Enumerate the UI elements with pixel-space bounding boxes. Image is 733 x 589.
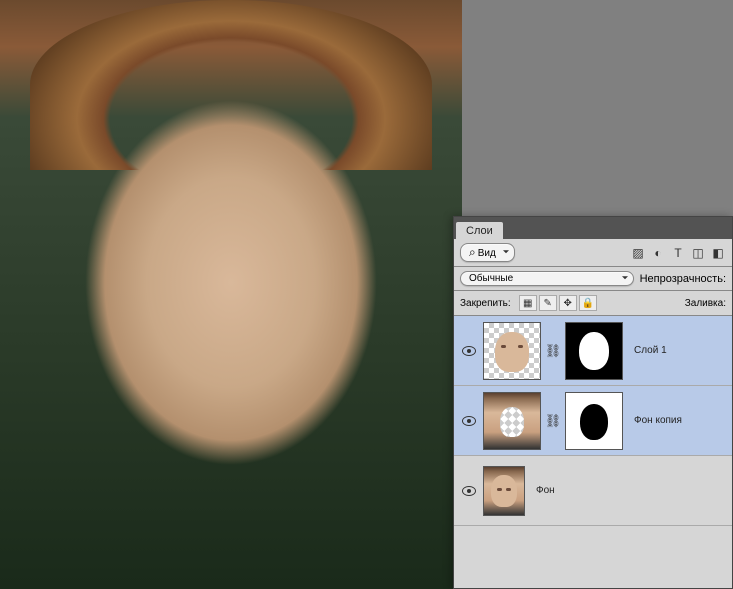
opacity-label: Непрозрачность: (640, 273, 726, 285)
layer-thumbnail[interactable] (483, 392, 541, 450)
mask-thumbnail[interactable] (565, 392, 623, 450)
mask-link-icon[interactable]: ⛓ (544, 413, 562, 429)
adjust-filter-icon[interactable]: ◐ (650, 245, 666, 261)
image-filter-icon[interactable]: ▨ (630, 245, 646, 261)
filter-label: Вид (478, 248, 496, 259)
lock-position-icon[interactable]: ✥ (559, 295, 577, 311)
lock-pixels-icon[interactable]: ✎ (539, 295, 557, 311)
layer-name-label[interactable]: Фон (536, 485, 555, 496)
smart-filter-icon[interactable]: ◧ (710, 245, 726, 261)
mask-thumbnail[interactable] (565, 322, 623, 380)
layer-row[interactable]: ⛓ Фон копия (454, 386, 732, 456)
lock-row: Закрепить: ▦ ✎ ✥ 🔒 Заливка: (454, 291, 732, 316)
layer-name-label[interactable]: Слой 1 (634, 345, 667, 356)
layer-row[interactable]: ⛓ Слой 1 (454, 316, 732, 386)
eye-icon (462, 416, 476, 426)
eye-icon (462, 486, 476, 496)
shape-filter-icon[interactable]: ◫ (690, 245, 706, 261)
lock-all-icon[interactable]: 🔒 (579, 295, 597, 311)
blend-row: Обычные Непрозрачность: (454, 267, 732, 291)
search-icon (469, 248, 478, 259)
layer-row[interactable]: Фон (454, 456, 732, 526)
layers-panel: Слои Вид ▨ ◐ T ◫ ◧ Обычные Непрозрачност… (453, 216, 733, 589)
visibility-toggle[interactable] (458, 460, 480, 521)
type-filter-icon[interactable]: T (670, 245, 686, 261)
filter-type-dropdown[interactable]: Вид (460, 243, 515, 262)
panel-tab-bar: Слои (454, 217, 732, 239)
visibility-toggle[interactable] (458, 390, 480, 451)
layers-list: ⛓ Слой 1 ⛓ Фон копия Фон (454, 316, 732, 588)
mask-link-icon[interactable]: ⛓ (544, 343, 562, 359)
lock-label: Закрепить: (460, 298, 511, 309)
filter-icon-group: ▨ ◐ T ◫ ◧ (630, 245, 726, 261)
blend-mode-dropdown[interactable]: Обычные (460, 271, 634, 286)
filter-row: Вид ▨ ◐ T ◫ ◧ (454, 239, 732, 267)
layer-name-label[interactable]: Фон копия (634, 415, 682, 426)
composite-image (0, 0, 462, 589)
layer-thumbnail[interactable] (483, 466, 525, 516)
layer-thumbnail[interactable] (483, 322, 541, 380)
canvas-area[interactable] (0, 0, 462, 589)
visibility-toggle[interactable] (458, 320, 480, 381)
eye-icon (462, 346, 476, 356)
tab-layers[interactable]: Слои (456, 222, 503, 239)
fill-label: Заливка: (685, 298, 726, 309)
lock-transparency-icon[interactable]: ▦ (519, 295, 537, 311)
